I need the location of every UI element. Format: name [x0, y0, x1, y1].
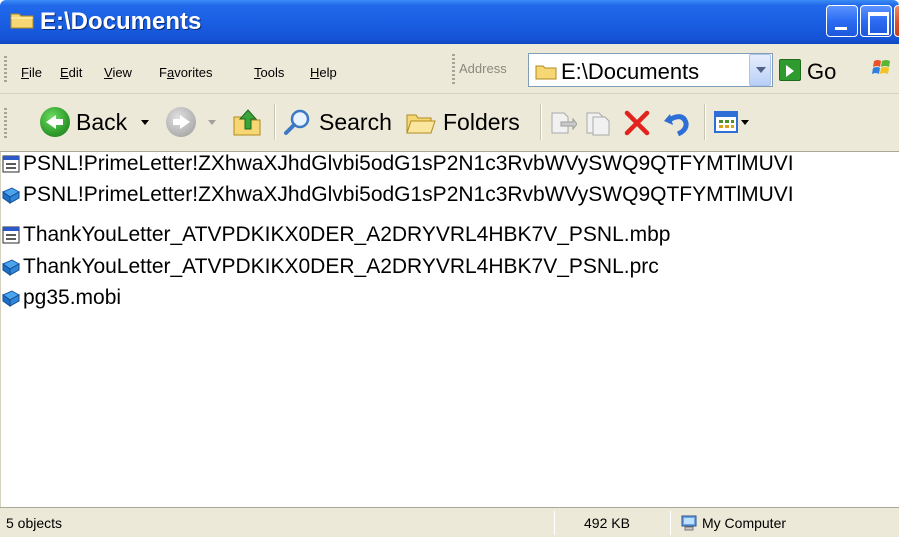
folders-icon [406, 114, 436, 134]
status-object-count: 5 objects [6, 515, 63, 531]
close-icon [895, 6, 899, 36]
file-item[interactable]: PSNL!PrimeLetter!ZXhwaXJhdGlvbi5odG1sP2N… [1, 148, 794, 180]
status-size: 492 KB [584, 515, 630, 531]
folder-icon [535, 65, 557, 80]
file-item[interactable]: ThankYouLetter_ATVPDKIKX0DER_A2DRYVRL4HB… [1, 251, 659, 283]
standard-toolbar: Back Search Folders [0, 94, 899, 152]
menu-favorites[interactable]: Favorites [159, 65, 212, 80]
file-list[interactable]: PSNL!PrimeLetter!ZXhwaXJhdGlvbi5odG1sP2N… [0, 152, 899, 507]
status-divider [670, 511, 671, 535]
back-dropdown-icon[interactable] [141, 119, 150, 125]
file-name: PSNL!PrimeLetter!ZXhwaXJhdGlvbi5odG1sP2N… [23, 152, 794, 175]
file-item[interactable]: ThankYouLetter_ATVPDKIKX0DER_A2DRYVRL4HB… [1, 219, 670, 251]
address-label: Address [459, 61, 507, 76]
up-folder-button[interactable] [232, 102, 264, 142]
up-folder-icon [233, 109, 261, 136]
my-computer-icon [681, 515, 697, 531]
address-value: E:\Documents [561, 59, 700, 84]
search-label: Search [319, 108, 392, 135]
go-button[interactable]: Go [807, 59, 836, 85]
delete-icon[interactable] [622, 108, 652, 138]
close-button[interactable] [894, 5, 899, 37]
forward-arrow-icon [166, 107, 196, 137]
copy-to-icon[interactable] [584, 110, 612, 136]
back-arrow-icon [40, 107, 70, 137]
views-icon [714, 111, 738, 133]
toolbar-grip[interactable] [4, 108, 7, 138]
ebook-icon [2, 259, 20, 276]
mbp-file-icon [2, 226, 20, 244]
back-label: Back [76, 108, 128, 135]
file-name: ThankYouLetter_ATVPDKIKX0DER_A2DRYVRL4HB… [23, 255, 659, 278]
address-input[interactable]: E:\Documents [528, 53, 773, 87]
maximize-button[interactable] [860, 5, 892, 37]
folder-icon [10, 13, 34, 29]
status-bar: 5 objects 492 KB My Computer [0, 507, 899, 537]
window-title: E:\Documents [40, 8, 202, 35]
search-button[interactable]: Search [283, 102, 392, 142]
views-button[interactable] [713, 102, 749, 142]
file-item[interactable]: pg35.mobi [1, 282, 121, 314]
search-icon [284, 109, 310, 135]
windows-logo-icon [872, 60, 890, 74]
menu-help[interactable]: Help [310, 65, 337, 80]
status-location: My Computer [680, 512, 786, 534]
menu-file[interactable]: File [21, 65, 42, 80]
back-button[interactable]: Back [40, 102, 150, 142]
menu-tools[interactable]: Tools [254, 65, 284, 80]
menu-grip[interactable] [4, 56, 7, 84]
ebook-icon [2, 187, 20, 204]
menu-view[interactable]: View [104, 65, 132, 80]
forward-dropdown-icon[interactable] [208, 119, 216, 125]
move-to-icon[interactable] [549, 110, 577, 136]
toolbar-separator [274, 104, 276, 140]
menu-bar: File Edit View Favorites Tools Help Addr… [0, 44, 899, 94]
file-item[interactable]: PSNL!PrimeLetter!ZXhwaXJhdGlvbi5odG1sP2N… [1, 179, 794, 211]
undo-icon[interactable] [661, 108, 691, 138]
title-bar[interactable]: E:\Documents [0, 0, 899, 44]
file-name: PSNL!PrimeLetter!ZXhwaXJhdGlvbi5odG1sP2N… [23, 183, 794, 206]
status-location-label: My Computer [702, 515, 787, 531]
status-divider [554, 511, 555, 535]
address-dropdown-button[interactable] [749, 54, 771, 86]
ebook-icon [2, 290, 20, 307]
file-name: pg35.mobi [23, 286, 122, 309]
mbp-file-icon [2, 155, 20, 173]
folders-button[interactable]: Folders [405, 102, 520, 142]
folders-label: Folders [443, 108, 520, 135]
minimize-button[interactable] [826, 5, 858, 37]
go-arrow-icon[interactable] [779, 59, 801, 81]
menu-edit[interactable]: Edit [60, 65, 82, 80]
forward-button[interactable] [166, 102, 216, 142]
file-name: ThankYouLetter_ATVPDKIKX0DER_A2DRYVRL4HB… [23, 223, 671, 246]
toolbar-separator [540, 104, 542, 140]
toolbar-separator [704, 104, 706, 140]
views-dropdown-icon[interactable] [741, 119, 749, 125]
address-grip[interactable] [452, 54, 455, 86]
